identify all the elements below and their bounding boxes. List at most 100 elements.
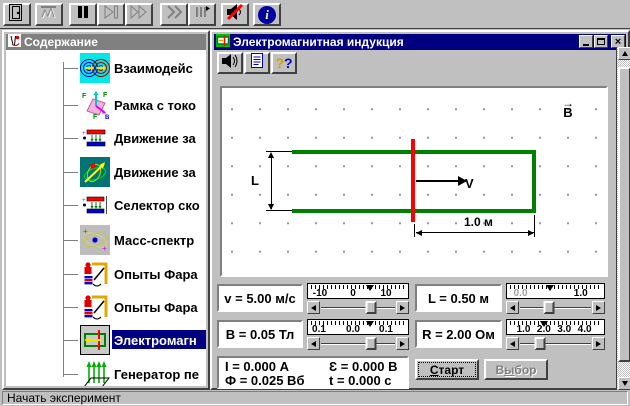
up-arrow-icon [622, 51, 628, 56]
list-item-ramka[interactable]: Рамка с токо [114, 98, 206, 113]
slider-right-arrow[interactable] [396, 301, 409, 314]
velocity-value: v = 5.00 м/с [217, 284, 303, 312]
mute-icon [225, 3, 245, 26]
resistance-slider[interactable] [506, 337, 605, 350]
velocity-arrow-line [416, 180, 458, 182]
length-value: L = 0.50 м [415, 284, 502, 312]
close-icon: × [615, 37, 621, 47]
sound-button[interactable] [217, 52, 243, 74]
list-item-vzaimodeystvie[interactable]: Взаимодейс [114, 61, 206, 76]
fast-forward-button [125, 3, 153, 26]
experiment-app-icon [216, 34, 230, 50]
pause-button[interactable] [69, 3, 97, 26]
current-frame-icon: FFFB [80, 90, 110, 125]
status-bar: Начать эксперимент [0, 390, 630, 406]
plot-button [35, 3, 63, 26]
svg-text:+: + [102, 244, 107, 253]
down-arrow-icon [622, 381, 628, 386]
pause-icon [76, 5, 90, 24]
resistance-value: R = 2.00 Ом [415, 320, 502, 348]
generator-icon [82, 359, 110, 386]
trajectory-icon [80, 157, 110, 192]
resistance-scale: 1.0 2.0 3.0 4.0 [506, 319, 605, 335]
field-scale: 0.1 0.0 0.1 [307, 319, 409, 335]
list-item-dvizhenie-1[interactable]: Движение за [114, 131, 206, 146]
status-message: Начать эксперимент [2, 391, 628, 405]
mute-button[interactable] [221, 3, 249, 26]
moving-rod[interactable] [411, 139, 415, 222]
svg-text:F: F [103, 92, 108, 99]
start-button[interactable]: Старт [415, 359, 479, 380]
slider-left-arrow[interactable] [307, 337, 320, 350]
list-item-selektor[interactable]: Селектор ско [114, 198, 206, 213]
experiment-window: Электромагнитная индукция × ?? V [210, 30, 630, 390]
step-marks-button [188, 3, 216, 26]
info-icon: i [258, 6, 276, 24]
oscilloscope-icon [40, 4, 58, 26]
fast-forward-icon [130, 5, 148, 24]
capacitor-icon: + [82, 127, 109, 154]
list-item-mass-spektr[interactable]: Масс-спектр [114, 233, 206, 248]
length-slider[interactable] [506, 301, 605, 314]
velocity-slider[interactable] [307, 301, 409, 314]
info-button[interactable]: i [253, 3, 281, 26]
coils-icon [80, 53, 110, 88]
slider-left-arrow[interactable] [307, 301, 320, 314]
rail-right [532, 150, 536, 213]
field-slider[interactable] [307, 337, 409, 350]
length-slider-thumb[interactable] [543, 301, 554, 314]
list-item-induction[interactable]: Электромагн [114, 333, 206, 348]
length-scale-pointer [546, 285, 554, 291]
contents-list: Взаимодейс FFFB Рамка с токо + Движение … [6, 50, 206, 386]
contents-app-icon [8, 34, 21, 50]
help-button[interactable]: ?? [271, 52, 297, 74]
velocity-scale-pointer [366, 285, 374, 291]
field-value: B = 0.05 Тл [217, 320, 303, 348]
field-scale-pointer [366, 321, 374, 327]
main-toolbar: i [0, 0, 630, 29]
l-dimension-line [271, 154, 272, 209]
help-icon: ?? [275, 55, 292, 71]
document-icon [250, 52, 264, 74]
maximize-button[interactable] [594, 35, 608, 48]
vertical-scrollbar[interactable] [616, 47, 630, 390]
list-item-faraday-1[interactable]: Опыты Фара [114, 267, 206, 282]
rewind-button [160, 3, 188, 26]
emf-readout: Ɛ = 0.000 В [329, 360, 401, 374]
current-readout: I = 0.000 А [225, 360, 329, 374]
readout-panel: I = 0.000 А Ɛ = 0.000 В Ф = 0.025 Вб t =… [217, 356, 409, 389]
time-readout: t = 0.000 с [329, 374, 401, 388]
velocity-selector-icon: + [82, 194, 109, 221]
exit-button[interactable] [3, 3, 31, 26]
experiment-title: Электромагнитная индукция [233, 35, 404, 49]
select-button: Выбор [484, 359, 548, 380]
field-slider-thumb[interactable] [365, 337, 376, 350]
resistance-slider-thumb[interactable] [535, 337, 546, 350]
faraday-icon [82, 292, 110, 327]
width-dimension-label: 1.0 м [464, 215, 493, 229]
slider-right-arrow[interactable] [592, 301, 605, 314]
induction-icon [80, 325, 110, 360]
simulation-canvas: V L 1.0 м → B [220, 86, 608, 277]
flux-readout: Ф = 0.025 Вб [225, 374, 329, 388]
description-button[interactable] [244, 52, 270, 74]
scroll-down-button[interactable] [618, 377, 630, 390]
step-forward-icon [103, 5, 119, 24]
speaker-icon [220, 52, 240, 75]
slider-left-arrow[interactable] [506, 301, 519, 314]
list-item-faraday-2[interactable]: Опыты Фара [114, 300, 206, 315]
list-item-generator[interactable]: Генератор пе [114, 367, 206, 382]
contents-title: Содержание [24, 35, 98, 49]
contents-window: Содержание Взаимодейс FFFB Рамка с токо … [2, 30, 210, 390]
scrollbar-thumb[interactable] [618, 67, 630, 362]
svg-text:+: + [83, 227, 88, 236]
velocity-slider-thumb[interactable] [365, 301, 376, 314]
list-item-dvizhenie-2[interactable]: Движение за [114, 165, 206, 180]
step-marks-icon [194, 5, 211, 24]
slider-right-arrow[interactable] [396, 337, 409, 350]
scroll-up-button[interactable] [618, 47, 630, 60]
svg-text:B: B [105, 115, 110, 120]
slider-left-arrow[interactable] [506, 337, 519, 350]
slider-right-arrow[interactable] [592, 337, 605, 350]
minimize-button[interactable] [579, 35, 593, 48]
